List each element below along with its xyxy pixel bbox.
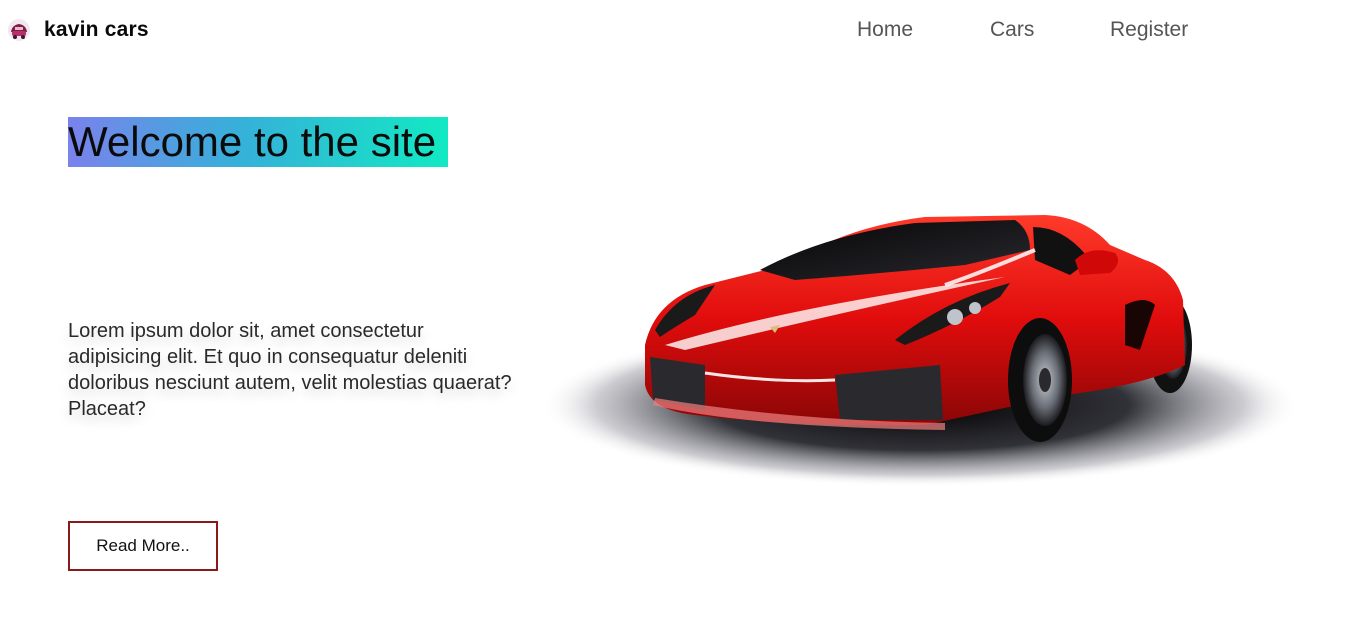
nav-cars-link[interactable]: Cars — [990, 17, 1034, 43]
brand[interactable]: kavin cars — [6, 14, 149, 46]
nav-home-link[interactable]: Home — [857, 17, 913, 43]
hero-title: Welcome to the site — [68, 117, 449, 167]
read-more-button[interactable]: Read More.. — [68, 521, 218, 571]
brand-name: kavin cars — [44, 18, 149, 41]
car-logo-icon — [8, 19, 30, 41]
hero-description: Lorem ipsum dolor sit, amet consectetur … — [68, 320, 512, 420]
nav-register-link[interactable]: Register — [1110, 17, 1188, 43]
page: kavin cars Home Cars Register Welcome to… — [0, 0, 1366, 625]
red-sports-car-image — [545, 215, 1300, 487]
